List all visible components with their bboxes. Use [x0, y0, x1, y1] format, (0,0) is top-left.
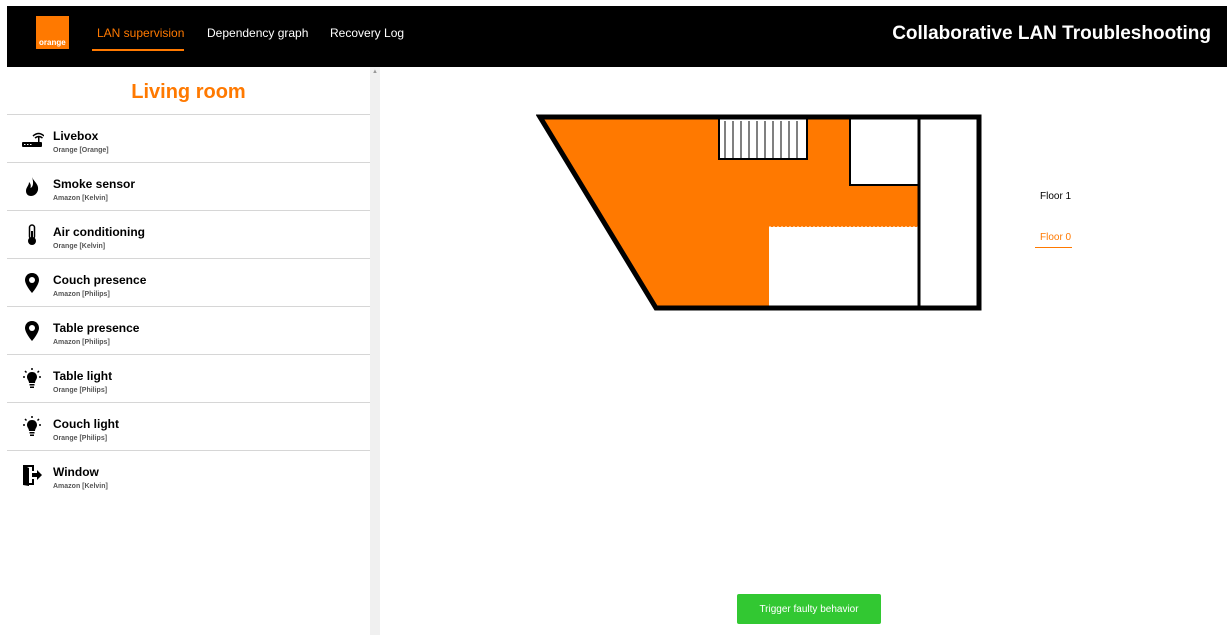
device-item-window[interactable]: Window Amazon [Kelvin]: [7, 451, 370, 499]
app-title: Collaborative LAN Troubleshooting: [892, 23, 1211, 44]
nav-recovery-log[interactable]: Recovery Log: [330, 26, 404, 40]
floor-plan[interactable]: [536, 114, 986, 319]
thermometer-icon: [20, 223, 44, 247]
device-item-air-conditioning[interactable]: Air conditioning Orange [Kelvin]: [7, 211, 370, 259]
left-margin: [0, 0, 7, 635]
map-marker-icon: [20, 271, 44, 295]
device-name: Window: [53, 465, 99, 479]
room-upper: [849, 116, 920, 186]
nav-active-indicator: [92, 49, 184, 51]
flame-icon: [20, 175, 44, 199]
device-item-couch-light[interactable]: Couch light Orange [Philips]: [7, 403, 370, 451]
device-sidebar: Living room Livebox Orange [Orange] Smok…: [7, 67, 370, 635]
lightbulb-icon: [20, 367, 44, 391]
room-title: Living room: [131, 81, 246, 103]
device-vendor: Orange [Orange]: [53, 147, 109, 154]
device-name: Table presence: [53, 321, 140, 335]
orange-logo[interactable]: orange: [36, 16, 69, 49]
device-name: Air conditioning: [53, 225, 145, 239]
device-vendor: Amazon [Kelvin]: [53, 195, 108, 202]
header-bar: orange LAN supervision Dependency graph …: [7, 6, 1227, 67]
device-item-couch-presence[interactable]: Couch presence Amazon [Philips]: [7, 259, 370, 307]
device-vendor: Orange [Philips]: [53, 387, 108, 394]
map-marker-icon: [20, 319, 44, 343]
device-list: Livebox Orange [Orange] Smoke sensor Ama…: [7, 114, 370, 499]
trigger-faulty-behavior-button[interactable]: Trigger faulty behavior: [737, 594, 881, 624]
lightbulb-icon: [20, 415, 44, 439]
device-vendor: Orange [Kelvin]: [53, 243, 106, 250]
device-name: Smoke sensor: [53, 177, 136, 191]
main-panel: Floor 1 Floor 0 Trigger faulty behavior: [380, 67, 1227, 635]
logo-text: orange: [39, 38, 66, 47]
device-name: Couch light: [53, 417, 119, 431]
floor-tab-0[interactable]: Floor 0: [1040, 232, 1071, 243]
device-vendor: Amazon [Kelvin]: [53, 483, 108, 490]
nav-lan-supervision[interactable]: LAN supervision: [97, 26, 184, 40]
device-item-smoke-sensor[interactable]: Smoke sensor Amazon [Kelvin]: [7, 163, 370, 211]
scroll-up-icon[interactable]: ▲: [372, 69, 378, 75]
door-exit-icon: [20, 463, 44, 487]
device-name: Livebox: [53, 129, 99, 143]
corridor: [919, 117, 979, 308]
staircase: [718, 116, 808, 160]
router-icon: [20, 127, 44, 151]
device-name: Table light: [53, 369, 113, 383]
device-item-livebox[interactable]: Livebox Orange [Orange]: [7, 115, 370, 163]
device-vendor: Amazon [Philips]: [53, 291, 110, 298]
device-name: Couch presence: [53, 273, 147, 287]
device-item-table-light[interactable]: Table light Orange [Philips]: [7, 355, 370, 403]
device-vendor: Amazon [Philips]: [53, 339, 110, 346]
room-lower: [769, 227, 919, 308]
device-vendor: Orange [Philips]: [53, 435, 108, 442]
device-item-table-presence[interactable]: Table presence Amazon [Philips]: [7, 307, 370, 355]
sidebar-scrollbar[interactable]: ▲: [370, 67, 380, 635]
app-window: orange LAN supervision Dependency graph …: [0, 0, 1227, 635]
nav-dependency-graph[interactable]: Dependency graph: [207, 26, 308, 40]
floor-active-indicator: [1035, 247, 1072, 248]
floor-tab-1[interactable]: Floor 1: [1040, 191, 1071, 202]
